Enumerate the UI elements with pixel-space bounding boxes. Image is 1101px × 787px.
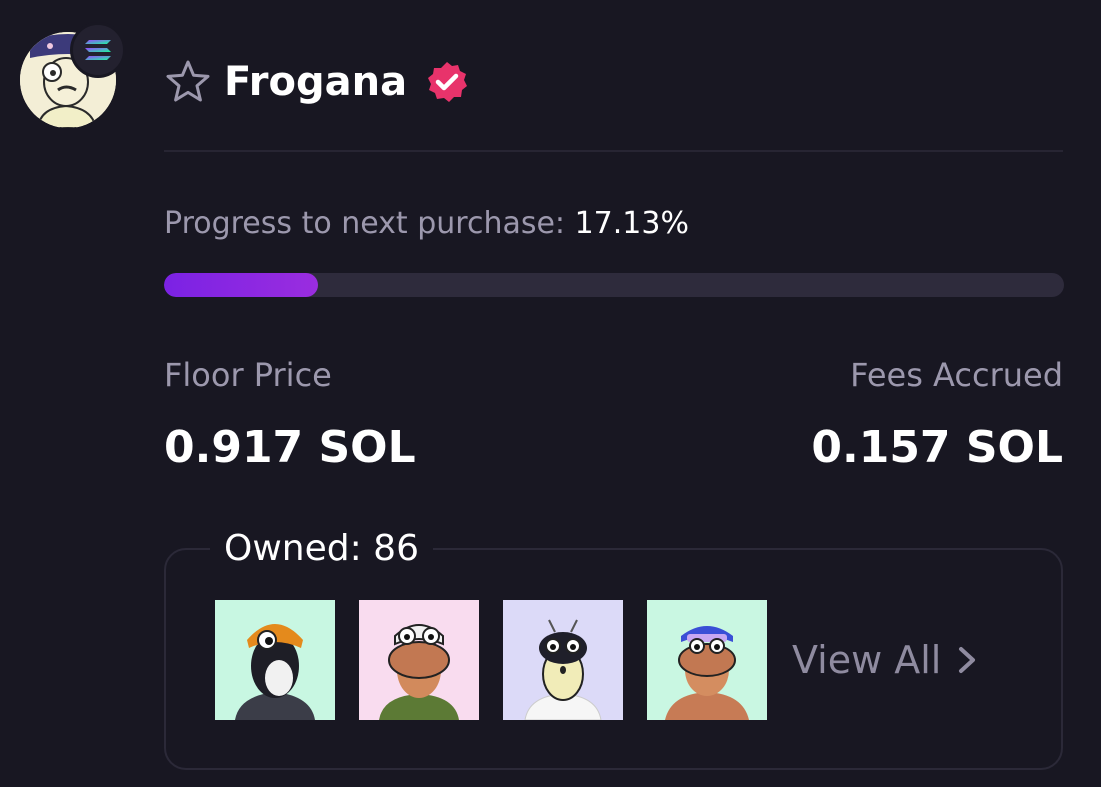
solana-icon (85, 40, 111, 60)
nft-thumbnail[interactable] (215, 600, 335, 720)
nft-thumbnail[interactable] (359, 600, 479, 720)
floor-price-value: 0.917 SOL (164, 422, 416, 473)
collection-header: Frogana (164, 54, 469, 110)
owned-count: Owned: 86 (210, 527, 433, 571)
progress-value: 17.13% (574, 206, 689, 241)
progress-bar-fill (164, 273, 319, 297)
star-outline-icon[interactable] (164, 58, 212, 106)
fees-accrued-value: 0.157 SOL (811, 422, 1063, 473)
progress-label: Progress to next purchase: (164, 206, 566, 241)
collection-name: Frogana (224, 59, 408, 105)
progress-bar (164, 273, 1064, 297)
view-all-label: View All (792, 638, 942, 682)
chevron-right-icon (959, 647, 976, 673)
nft-thumbnail[interactable] (503, 600, 623, 720)
header-divider (164, 150, 1063, 152)
fees-accrued-label: Fees Accrued (850, 356, 1063, 394)
solana-chain-badge (70, 22, 126, 78)
view-all-link[interactable]: View All (792, 636, 979, 684)
verified-badge-icon (428, 62, 468, 102)
progress-label-row: Progress to next purchase: 17.13% (164, 204, 689, 244)
floor-price-label: Floor Price (164, 356, 332, 394)
nft-thumbnail[interactable] (647, 600, 767, 720)
